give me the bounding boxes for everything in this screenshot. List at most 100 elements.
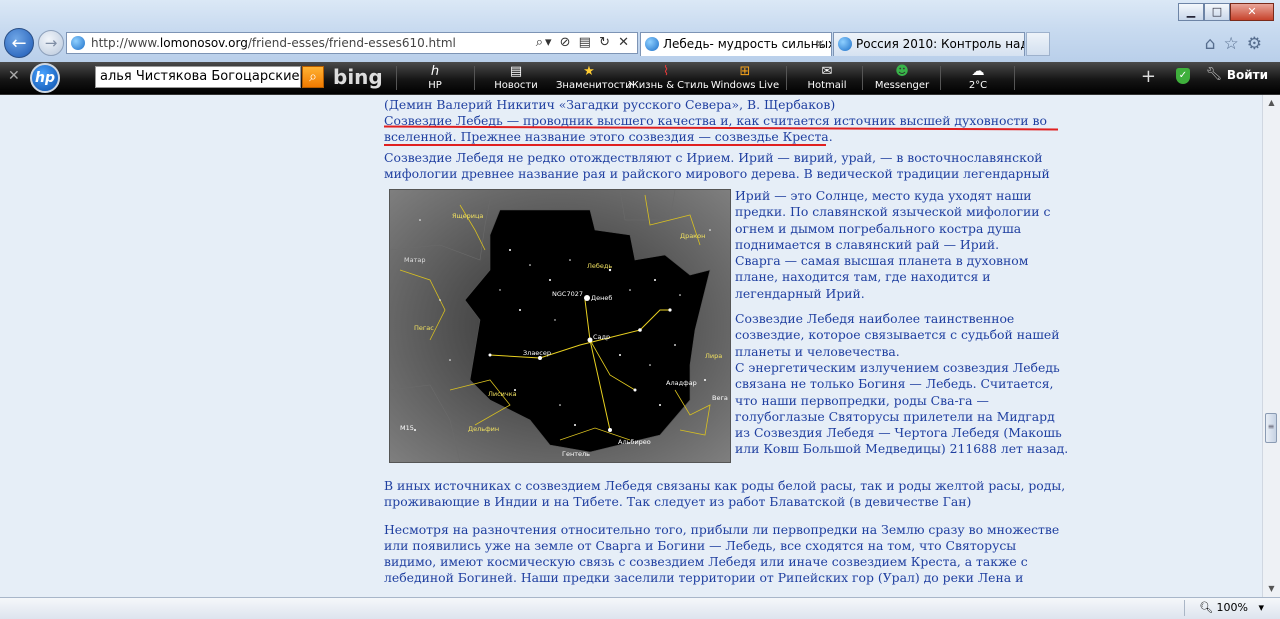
map-label: Дракон xyxy=(680,232,705,240)
side-column: Ирий — это Солнце, место куда уходят наш… xyxy=(735,188,1075,458)
gear-icon[interactable]: ⚙ xyxy=(1247,34,1270,54)
separator xyxy=(862,66,863,90)
side-line: С энергетическим излучением созвездия Ле… xyxy=(735,359,1060,375)
separator xyxy=(940,66,941,90)
last-line-3: видимо, имеют космическую связь с созвез… xyxy=(384,554,1028,569)
hp-logo-icon[interactable]: hp xyxy=(30,63,60,93)
map-label: Лира xyxy=(705,352,722,360)
source-line: (Демин Валерий Никитич «Загадки русского… xyxy=(384,97,836,112)
scroll-up-icon[interactable]: ▲ xyxy=(1263,95,1280,111)
side-line: из Созвездия Лебедя — Чертога Лебедя (Ма… xyxy=(735,425,1062,441)
search-icon[interactable]: ⌕ xyxy=(302,66,324,88)
last-line-4: лебединой Богиней. Наши предки заселили … xyxy=(384,570,1024,585)
toolbar-item-hotmail[interactable]: ✉ Hotmail xyxy=(796,64,858,92)
zoom-control[interactable]: 🔍︎ 100% ▾ xyxy=(1199,601,1264,614)
map-label: Матар xyxy=(404,256,426,264)
login-button[interactable]: Войти xyxy=(1227,68,1268,82)
side-line: или Ковш Большой Медведицы) 211688 лет н… xyxy=(735,441,1069,457)
newspaper-icon: ▤ xyxy=(509,64,523,79)
map-label: Ящерица xyxy=(452,212,483,220)
zoom-icon: 🔍︎ xyxy=(1199,601,1214,614)
side-line: связана не только Богиня — Лебедь. Счита… xyxy=(735,376,1054,392)
map-label: Вега xyxy=(712,394,728,402)
page-favicon-icon xyxy=(71,36,85,50)
side-line: планеты и человечества. xyxy=(735,343,900,359)
page-content: (Демин Валерий Никитич «Загадки русского… xyxy=(0,95,1263,597)
cloud-icon: ☁ xyxy=(971,64,985,79)
add-icon[interactable]: + xyxy=(1141,66,1156,87)
scroll-thumb[interactable]: ≡ xyxy=(1265,413,1277,443)
map-label: Пегас xyxy=(414,324,434,332)
new-tab-button[interactable] xyxy=(1026,32,1050,56)
side-line: поднимается в славянский рай — Ирий. xyxy=(735,236,1000,252)
toolbar-item-news[interactable]: ▤ Новости xyxy=(484,64,548,92)
people-icon: ☻ xyxy=(895,64,909,79)
ie-favicon-icon xyxy=(645,37,659,51)
map-label: M15 xyxy=(400,424,414,432)
iriy-line-1: Созвездие Лебедя не редко отождествляют … xyxy=(384,150,1043,165)
separator xyxy=(1014,66,1015,90)
separator xyxy=(396,66,397,90)
wrench-icon[interactable]: 🔧︎ xyxy=(1205,67,1222,82)
tab-label: Лебедь- мудрость сильных xyxy=(663,37,832,51)
separator xyxy=(786,66,787,90)
windows-flag-icon: ⊞ xyxy=(739,64,751,79)
favorites-star-icon[interactable]: ☆ xyxy=(1224,34,1247,54)
map-label: Альбирео xyxy=(618,438,651,446)
side-line: Ирий — это Солнце, место куда уходят наш… xyxy=(735,188,1032,203)
address-url: http://www.lomonosov.org/friend-esses/fr… xyxy=(91,36,456,50)
status-bar: 🔍︎ 100% ▾ xyxy=(0,597,1280,619)
side-line: огнем и дымом погребального костра душа xyxy=(735,220,1022,236)
toolbar-item-lifestyle[interactable]: ⌇ Жизнь & Стиль xyxy=(628,64,709,92)
side-line: созвездие, которое связывается с судьбой… xyxy=(735,327,1060,343)
shield-icon[interactable]: ✓ xyxy=(1176,68,1190,84)
map-label: NGC7027 xyxy=(552,290,583,298)
maximize-button[interactable]: □ xyxy=(1204,3,1230,21)
toolbar-close-icon[interactable]: ✕ xyxy=(8,68,20,84)
red-underline xyxy=(384,144,826,146)
close-window-button[interactable]: ✕ xyxy=(1230,3,1274,21)
highlight-line-2: вселенной. Прежнее название этого созвез… xyxy=(384,129,833,144)
toolbar-item-hp[interactable]: ℎ HP xyxy=(410,64,460,92)
side-line: плане, находится там, где находится и xyxy=(735,269,991,285)
browser-right-icons: ⌂☆⚙ xyxy=(1205,34,1270,54)
side-line: легендарный Ирий. xyxy=(735,285,865,301)
map-label: Садр xyxy=(593,333,610,341)
vertical-scrollbar[interactable]: ▲ ≡ ▼ xyxy=(1262,95,1280,597)
side-line: голубоглазые Святорусы прилетели на Мидг… xyxy=(735,408,1055,424)
minimize-button[interactable]: ▁ xyxy=(1178,3,1204,21)
toolbar-item-messenger[interactable]: ☻ Messenger xyxy=(870,64,934,92)
forward-button[interactable]: → xyxy=(38,30,64,56)
cygnus-star-map-image: Ящерица Дракон Матар Лебедь NGC7027 Дене… xyxy=(389,189,731,463)
scroll-down-icon[interactable]: ▼ xyxy=(1263,581,1280,597)
separator xyxy=(474,66,475,90)
toolbar-item-weather[interactable]: ☁ 2°C xyxy=(948,64,1008,92)
map-label: Злаесер xyxy=(523,349,551,357)
shoe-icon: ⌇ xyxy=(662,64,670,79)
toolbar-item-windows-live[interactable]: ⊞ Windows Live xyxy=(710,64,780,92)
back-button[interactable]: ← xyxy=(4,28,34,58)
address-bar[interactable]: http://www.lomonosov.org/friend-esses/fr… xyxy=(66,32,638,54)
toolbar-item-celebs[interactable]: ★ Знаменитости xyxy=(556,64,632,92)
hp-icon: ℎ xyxy=(430,64,440,79)
tab-close-icon[interactable]: ✕ xyxy=(815,33,825,55)
after-line-1: В иных источниках с созвездием Лебедя св… xyxy=(384,478,1066,493)
tab-rossiya[interactable]: Россия 2010: Контроль над р... xyxy=(833,32,1025,56)
bing-logo[interactable]: bing xyxy=(333,65,383,89)
hp-toolbar: ✕ hp алья Чистякова Богоцарские ⌕ bing ℎ… xyxy=(0,62,1280,95)
chevron-down-icon[interactable]: ▾ xyxy=(1251,601,1264,614)
tab-lebed[interactable]: Лебедь- мудрость сильных ✕ xyxy=(640,32,832,56)
side-line: что наши первопредки, роды Сва-га — xyxy=(735,392,989,408)
home-icon[interactable]: ⌂ xyxy=(1205,34,1224,54)
ie-favicon-icon xyxy=(838,37,852,51)
toolbar-search-input[interactable]: алья Чистякова Богоцарские xyxy=(95,66,301,88)
address-tools-icon[interactable]: ⌕▾ ⊘ ▤ ↻ ✕ xyxy=(536,33,631,53)
map-label: Гентель xyxy=(562,450,590,458)
browser-titlebar: ▁ □ ✕ ← → http://www.lomonosov.org/frien… xyxy=(0,0,1280,63)
map-label: Дельфин xyxy=(468,425,499,433)
iriy-line-2: мифологии древнее название рая и райског… xyxy=(384,166,1050,181)
zoom-level: 100% xyxy=(1216,601,1248,614)
star-icon: ★ xyxy=(583,64,595,79)
map-label: Денеб xyxy=(591,294,612,302)
map-label: Лисичка xyxy=(488,390,517,398)
